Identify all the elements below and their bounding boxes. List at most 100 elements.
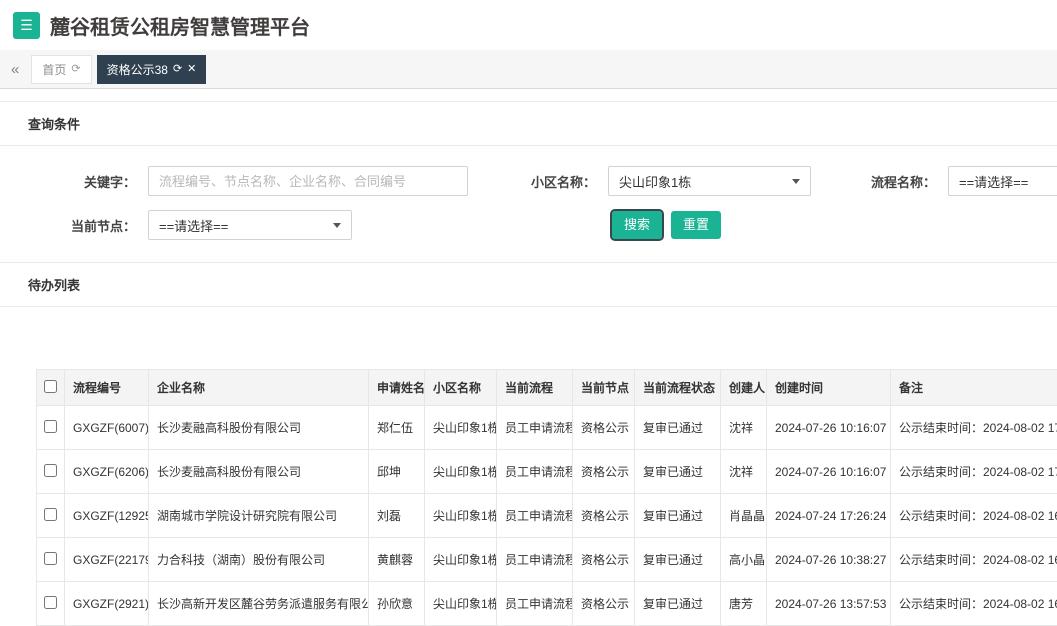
checkbox-cell [37,582,65,626]
column-header: 当前节点 [573,370,635,406]
table-cell: GXGZF(12925) [65,494,149,538]
process-select[interactable]: ==请选择== [948,166,1057,196]
tab-home[interactable]: 首页 ⟳ [31,55,91,84]
query-panel-title: 查询条件 [0,102,1057,146]
app-title: 麓谷租赁公租房智慧管理平台 [50,11,310,40]
table-cell: 唐芳 [721,582,767,626]
checkbox-cell [37,406,65,450]
table-cell: 尖山印象1栋 [425,450,497,494]
tab-label: 首页 [42,61,66,78]
table-cell: 员工申请流程 [497,582,573,626]
table-header-row: 流程编号企业名称申请姓名小区名称当前流程当前节点当前流程状态创建人创建时间备注 [37,370,1057,406]
table-cell: 公示结束时间：2024-08-02 16:48:56 [891,494,1057,538]
select-value: 尖山印象1栋 [619,172,691,191]
table-row: GXGZF(22179)力合科技（湖南）股份有限公司黄麒蓉尖山印象1栋员工申请流… [37,538,1057,582]
table-cell: 尖山印象1栋 [425,538,497,582]
table-cell: 员工申请流程 [497,450,573,494]
table-cell: 郑仁伍 [369,406,425,450]
table-cell: 2024-07-26 10:16:07 [767,450,891,494]
table-cell: 复审已通过 [635,494,721,538]
table-cell: 高小晶 [721,538,767,582]
table-cell: GXGZF(6206) [65,450,149,494]
node-select[interactable]: ==请选择== [148,210,352,240]
todo-panel-title: 待办列表 [0,263,1057,307]
column-header: 申请姓名 [369,370,425,406]
table-cell: 员工申请流程 [497,538,573,582]
table-cell: 员工申请流程 [497,494,573,538]
tab-qualification-publicity[interactable]: 资格公示38 ⟳ ✕ [97,55,207,84]
query-panel: 查询条件 关键字： 小区名称： 尖山印象1栋 流程名称： ==请选择== [0,101,1057,262]
table-cell: 沈祥 [721,450,767,494]
table-cell: GXGZF(6007) [65,406,149,450]
refresh-icon[interactable]: ⟳ [71,64,80,75]
column-header: 创建人 [721,370,767,406]
table-cell: 公示结束时间：2024-08-02 17:28:42 [891,450,1057,494]
row-checkbox[interactable] [44,420,57,433]
table-cell: 孙欣意 [369,582,425,626]
table-cell: 资格公示 [573,538,635,582]
community-label: 小区名称： [468,172,608,191]
node-label: 当前节点： [0,216,148,235]
select-value: ==请选择== [959,172,1028,191]
table-cell: 长沙高新开发区麓谷劳务派遣服务有限公司 [149,582,369,626]
chevron-down-icon [792,179,800,184]
table-cell: 公示结束时间：2024-08-02 16:48:43 [891,538,1057,582]
table-cell: 2024-07-26 13:57:53 [767,582,891,626]
column-header: 流程编号 [65,370,149,406]
row-checkbox[interactable] [44,552,57,565]
tab-bar: « 首页 ⟳ 资格公示38 ⟳ ✕ [0,50,1057,89]
table-cell: 复审已通过 [635,450,721,494]
table-cell: 复审已通过 [635,582,721,626]
collapse-tabs-icon[interactable]: « [4,61,26,78]
table-cell: GXGZF(22179) [65,538,149,582]
column-header: 小区名称 [425,370,497,406]
column-header: 企业名称 [149,370,369,406]
hamburger-icon: ☰ [20,18,33,32]
table-cell: 湖南城市学院设计研究院有限公司 [149,494,369,538]
table-cell: 尖山印象1栋 [425,406,497,450]
table-cell: 资格公示 [573,450,635,494]
table-cell: 邱坤 [369,450,425,494]
column-header: 当前流程状态 [635,370,721,406]
query-form: 关键字： 小区名称： 尖山印象1栋 流程名称： ==请选择== 当前节点： [0,146,1057,262]
column-header: 创建时间 [767,370,891,406]
table-cell: 沈祥 [721,406,767,450]
table-row: GXGZF(2921)长沙高新开发区麓谷劳务派遣服务有限公司孙欣意尖山印象1栋员… [37,582,1057,626]
table-cell: 复审已通过 [635,406,721,450]
select-all-cell [37,370,65,406]
search-button[interactable]: 搜索 [612,211,662,240]
keyword-input[interactable] [148,166,468,196]
row-checkbox[interactable] [44,596,57,609]
table-row: GXGZF(6206)长沙麦融高科股份有限公司邱坤尖山印象1栋员工申请流程资格公… [37,450,1057,494]
table-cell: 资格公示 [573,494,635,538]
checkbox-cell [37,450,65,494]
column-header: 当前流程 [497,370,573,406]
todo-table: 流程编号企业名称申请姓名小区名称当前流程当前节点当前流程状态创建人创建时间备注 … [36,369,1057,626]
keyword-label: 关键字： [0,172,148,191]
process-label: 流程名称： [811,172,948,191]
table-row: GXGZF(6007)长沙麦融高科股份有限公司郑仁伍尖山印象1栋员工申请流程资格… [37,406,1057,450]
refresh-icon[interactable]: ⟳ [173,64,182,75]
table-cell: 尖山印象1栋 [425,494,497,538]
table-cell: 公示结束时间：2024-08-02 17:28:53 [891,406,1057,450]
table-cell: 公示结束时间：2024-08-02 16:48:41 [891,582,1057,626]
app-header: ☰ 麓谷租赁公租房智慧管理平台 [0,0,1057,50]
chevron-down-icon [333,223,341,228]
table-cell: 长沙麦融高科股份有限公司 [149,406,369,450]
menu-button[interactable]: ☰ [13,12,40,39]
table-cell: 黄麒蓉 [369,538,425,582]
table-cell: GXGZF(2921) [65,582,149,626]
table-cell: 复审已通过 [635,538,721,582]
column-header: 备注 [891,370,1057,406]
reset-button[interactable]: 重置 [671,211,721,240]
table-cell: 肖晶晶 [721,494,767,538]
table-cell: 刘磊 [369,494,425,538]
row-checkbox[interactable] [44,464,57,477]
select-all-checkbox[interactable] [44,380,57,393]
table-cell: 2024-07-26 10:16:07 [767,406,891,450]
community-select[interactable]: 尖山印象1栋 [608,166,811,196]
table-cell: 资格公示 [573,406,635,450]
row-checkbox[interactable] [44,508,57,521]
select-value: ==请选择== [159,216,228,235]
close-icon[interactable]: ✕ [187,64,196,75]
